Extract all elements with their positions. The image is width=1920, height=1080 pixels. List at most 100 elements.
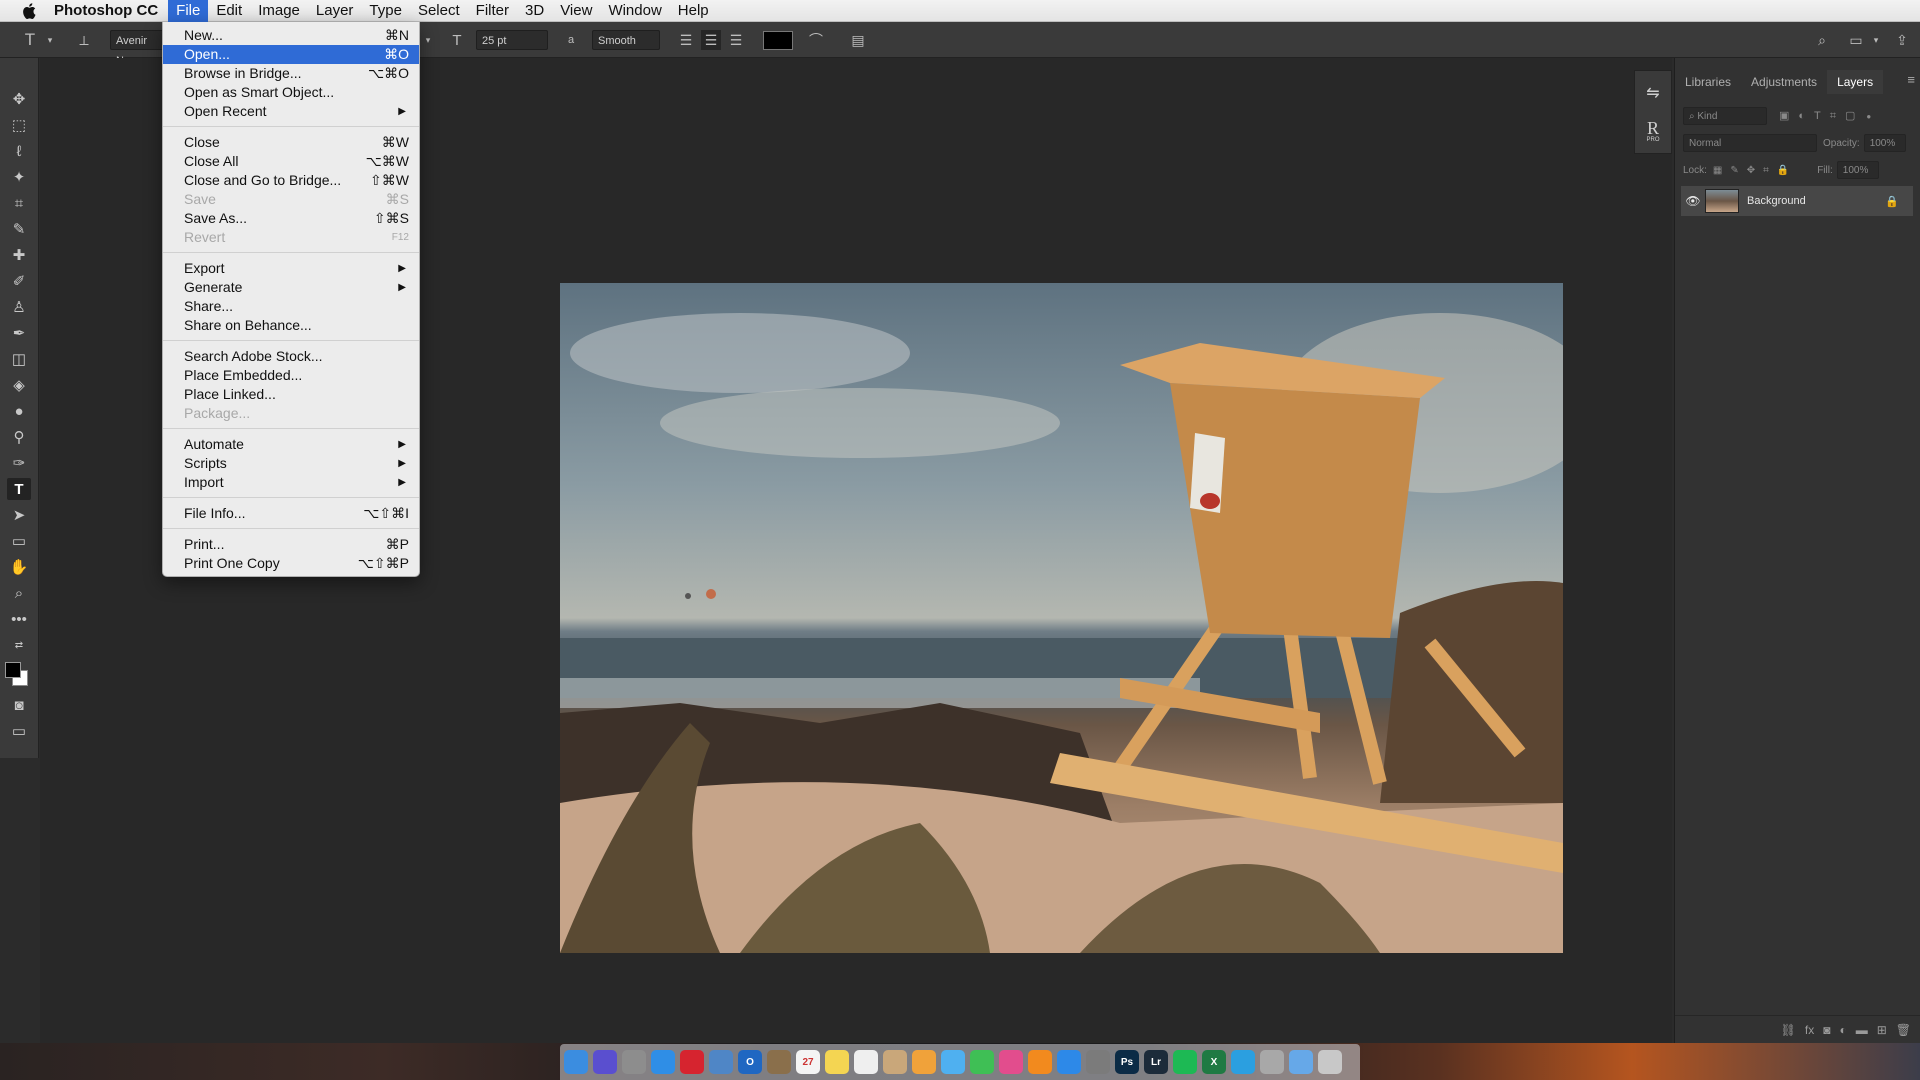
tab-adjustments[interactable]: Adjustments bbox=[1741, 70, 1827, 94]
align-left-icon[interactable]: ☰ bbox=[676, 30, 696, 50]
type-tool-icon[interactable]: T bbox=[7, 478, 31, 500]
photoshop-icon[interactable]: Ps bbox=[1115, 1050, 1139, 1074]
align-right-icon[interactable]: ☰ bbox=[726, 30, 746, 50]
opera-icon[interactable] bbox=[680, 1050, 704, 1074]
menu-select[interactable]: Select bbox=[410, 0, 468, 22]
new-layer-icon[interactable]: ⊞ bbox=[1877, 1023, 1887, 1037]
history-brush-tool-icon[interactable]: ✒ bbox=[7, 322, 31, 344]
file-menu-new[interactable]: New... ⌘N bbox=[163, 26, 419, 45]
align-center-icon[interactable]: ☰ bbox=[701, 30, 721, 50]
menu-type[interactable]: Type bbox=[361, 0, 410, 22]
layer-filter-kind[interactable]: ⌕ Kind bbox=[1683, 107, 1767, 125]
menu-3d[interactable]: 3D bbox=[517, 0, 552, 22]
file-menu-generate[interactable]: Generate ▶ bbox=[163, 278, 419, 297]
launchpad-icon[interactable] bbox=[622, 1050, 646, 1074]
excel-icon[interactable]: X bbox=[1202, 1050, 1226, 1074]
menu-file[interactable]: File bbox=[168, 0, 209, 22]
contacts-icon[interactable] bbox=[883, 1050, 907, 1074]
text-color-swatch[interactable] bbox=[763, 31, 793, 50]
menu-layer[interactable]: Layer bbox=[308, 0, 362, 22]
filter-toggle-icon[interactable]: ● bbox=[1866, 112, 1871, 121]
file-menu-place-linked[interactable]: Place Linked... bbox=[163, 385, 419, 404]
file-menu-import[interactable]: Import ▶ bbox=[163, 473, 419, 492]
quick-mask-icon[interactable]: ◙ bbox=[7, 694, 31, 716]
file-menu-close-all[interactable]: Close All ⌥⌘W bbox=[163, 152, 419, 171]
crop-tool-icon[interactable]: ⌗ bbox=[7, 192, 31, 214]
retouch-pro-icon[interactable]: R PRO bbox=[1639, 115, 1667, 147]
pen-tool-icon[interactable]: ✑ bbox=[7, 452, 31, 474]
app-store-icon[interactable] bbox=[1057, 1050, 1081, 1074]
lock-icons[interactable]: ▦✎✥⌗🔒 bbox=[1713, 165, 1797, 176]
file-menu-print[interactable]: Print... ⌘P bbox=[163, 535, 419, 554]
rectangle-tool-icon[interactable]: ▭ bbox=[7, 530, 31, 552]
tab-libraries[interactable]: Libraries bbox=[1675, 70, 1741, 94]
file-menu-close-and-go-to-bridge[interactable]: Close and Go to Bridge... ⇧⌘W bbox=[163, 171, 419, 190]
skype-icon[interactable] bbox=[1231, 1050, 1255, 1074]
reminders-icon[interactable] bbox=[854, 1050, 878, 1074]
foreground-color-swatch[interactable] bbox=[5, 662, 21, 678]
outlook-icon[interactable]: O bbox=[738, 1050, 762, 1074]
panel-menu-icon[interactable]: ≡ bbox=[1907, 72, 1915, 87]
preview-icon[interactable] bbox=[709, 1050, 733, 1074]
menu-filter[interactable]: Filter bbox=[468, 0, 517, 22]
file-menu-search-adobe-stock[interactable]: Search Adobe Stock... bbox=[163, 347, 419, 366]
clone-stamp-tool-icon[interactable]: ♙ bbox=[7, 296, 31, 318]
new-group-icon[interactable]: ▬ bbox=[1856, 1023, 1868, 1037]
character-panel-icon[interactable]: ▤ bbox=[848, 30, 868, 50]
menu-image[interactable]: Image bbox=[250, 0, 308, 22]
layer-filter-icons[interactable]: ▣◐T⌗▢ bbox=[1779, 109, 1864, 123]
menu-view[interactable]: View bbox=[552, 0, 600, 22]
font-style-dropdown-icon[interactable]: ▾ bbox=[418, 30, 438, 50]
font-family-field[interactable]: Avenir Ne bbox=[110, 30, 170, 67]
workspace-icon[interactable]: ▭ bbox=[1846, 30, 1866, 50]
default-colors-icon[interactable]: ⇄ bbox=[7, 634, 31, 656]
move-tool-icon[interactable]: ✥ bbox=[7, 88, 31, 110]
file-menu-file-info[interactable]: File Info... ⌥⇧⌘I bbox=[163, 504, 419, 523]
adjustment-layer-icon[interactable]: ◐ bbox=[1839, 1023, 1846, 1037]
opacity-field[interactable]: 100% bbox=[1863, 134, 1906, 152]
itunes-icon[interactable] bbox=[999, 1050, 1023, 1074]
magic-wand-tool-icon[interactable]: ✦ bbox=[7, 166, 31, 188]
text-orientation-icon[interactable]: ⟂ bbox=[74, 30, 94, 50]
siri-icon[interactable] bbox=[593, 1050, 617, 1074]
type-tool-preset-icon[interactable]: T bbox=[20, 30, 40, 50]
fill-field[interactable]: 100% bbox=[1836, 161, 1879, 179]
ibooks-icon[interactable] bbox=[1028, 1050, 1052, 1074]
lasso-tool-icon[interactable]: ℓ bbox=[7, 140, 31, 162]
blur-tool-icon[interactable]: ● bbox=[7, 400, 31, 422]
healing-brush-tool-icon[interactable]: ✚ bbox=[7, 244, 31, 266]
brush-tool-icon[interactable]: ✐ bbox=[7, 270, 31, 292]
chevron-down-icon[interactable]: ▾ bbox=[40, 30, 60, 50]
marquee-tool-icon[interactable]: ⬚ bbox=[7, 114, 31, 136]
facetime-icon[interactable] bbox=[970, 1050, 994, 1074]
notes-icon[interactable] bbox=[825, 1050, 849, 1074]
font-size-field[interactable]: 25 pt bbox=[476, 30, 548, 50]
anti-alias-select[interactable]: Smooth bbox=[592, 30, 660, 50]
file-menu-place-embedded[interactable]: Place Embedded... bbox=[163, 366, 419, 385]
layer-name[interactable]: Background bbox=[1747, 195, 1885, 207]
dodge-tool-icon[interactable]: ⚲ bbox=[7, 426, 31, 448]
file-menu-export[interactable]: Export ▶ bbox=[163, 259, 419, 278]
apple-icon[interactable] bbox=[18, 0, 40, 22]
calendar-icon[interactable]: 27 bbox=[796, 1050, 820, 1074]
paint-bucket-tool-icon[interactable]: ◈ bbox=[7, 374, 31, 396]
finder-icon[interactable] bbox=[564, 1050, 588, 1074]
warp-text-icon[interactable]: ⌒ bbox=[806, 30, 826, 50]
storage-icon[interactable] bbox=[1260, 1050, 1284, 1074]
notes-app-icon[interactable] bbox=[767, 1050, 791, 1074]
visibility-eye-icon[interactable]: 👁 bbox=[1681, 194, 1705, 208]
menu-edit[interactable]: Edit bbox=[208, 0, 250, 22]
eyedropper-tool-icon[interactable]: ✎ bbox=[7, 218, 31, 240]
lightroom-icon[interactable]: Lr bbox=[1144, 1050, 1168, 1074]
link-layers-icon[interactable]: ⛓ bbox=[1781, 1023, 1796, 1037]
history-panel-icon[interactable]: ⇋ bbox=[1639, 77, 1667, 109]
layer-mask-icon[interactable]: ◙ bbox=[1823, 1023, 1830, 1037]
layer-style-icon[interactable]: fx bbox=[1805, 1023, 1814, 1037]
screen-mode-icon[interactable]: ▭ bbox=[7, 720, 31, 742]
path-selection-tool-icon[interactable]: ➤ bbox=[7, 504, 31, 526]
downloads-folder-icon[interactable] bbox=[1289, 1050, 1313, 1074]
file-menu-print-one-copy[interactable]: Print One Copy ⌥⇧⌘P bbox=[163, 554, 419, 573]
photos-icon[interactable] bbox=[912, 1050, 936, 1074]
hand-tool-icon[interactable]: ✋ bbox=[7, 556, 31, 578]
share-icon[interactable]: ⇪ bbox=[1892, 30, 1912, 50]
